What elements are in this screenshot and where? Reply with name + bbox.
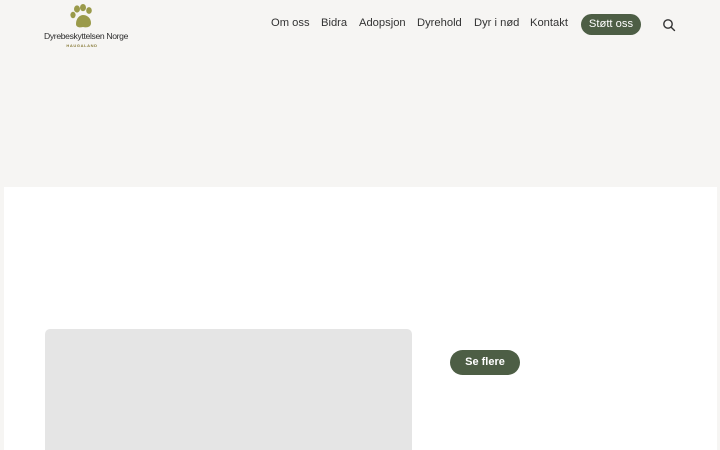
search-icon (663, 19, 676, 32)
paw-icon (70, 4, 92, 28)
site-logo[interactable]: Dyrebeskyttelsen Norge HAUGALAND (44, 4, 129, 48)
nav-item-dyrehold[interactable]: Dyrehold (417, 17, 462, 29)
nav-item-om-oss[interactable]: Om oss (271, 17, 310, 29)
search-button[interactable] (662, 18, 676, 32)
nav-item-bidra[interactable]: Bidra (321, 17, 347, 29)
nav-item-adopsjon[interactable]: Adopsjon (359, 17, 406, 29)
support-button[interactable]: Støtt oss (581, 14, 641, 35)
logo-name: Dyrebeskyttelsen Norge (44, 31, 129, 41)
see-more-button[interactable]: Se flere (450, 350, 520, 375)
nav-item-dyr-i-nod[interactable]: Dyr i nød (474, 17, 519, 29)
site-header: Dyrebeskyttelsen Norge HAUGALAND Om oss … (0, 0, 720, 52)
image-placeholder (45, 329, 412, 450)
logo-subtitle: HAUGALAND (66, 43, 98, 48)
nav-item-kontakt[interactable]: Kontakt (530, 17, 568, 29)
